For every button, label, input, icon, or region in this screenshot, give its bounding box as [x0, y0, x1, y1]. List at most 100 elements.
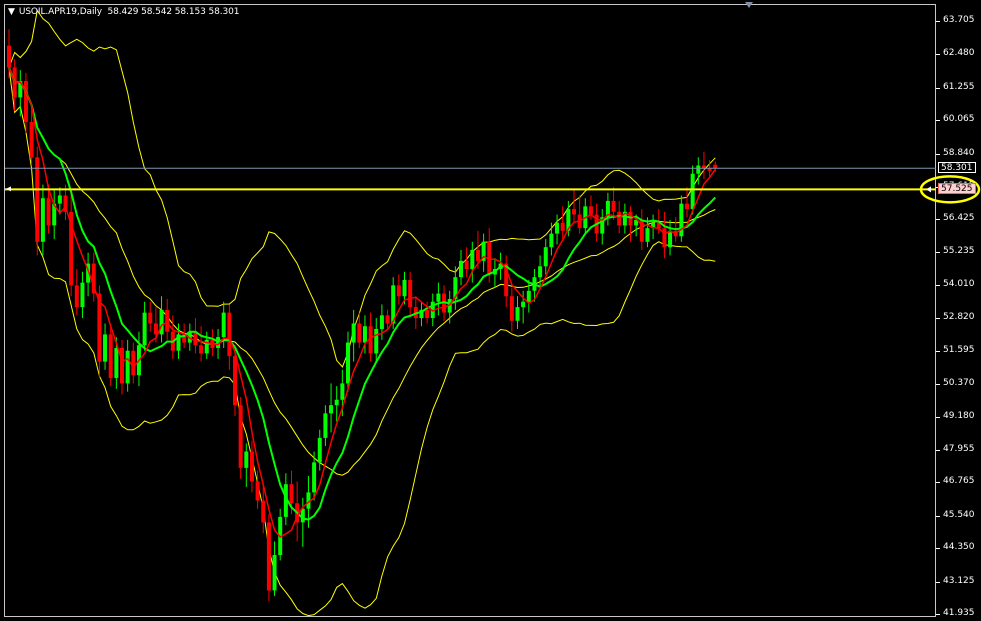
axis-label: 63.705 [943, 15, 975, 25]
candle-body [396, 285, 401, 297]
candle-body [244, 451, 249, 468]
axis-label: 58.840 [943, 148, 975, 158]
candle-body [261, 500, 266, 523]
candle-body [645, 228, 650, 242]
candle-body [402, 279, 407, 297]
candle-body [29, 121, 34, 158]
axis-tick [936, 285, 940, 286]
candle-body [74, 285, 79, 308]
moving-average-slow [8, 67, 717, 521]
axis-label: 54.010 [943, 279, 975, 289]
candle-body [713, 164, 718, 169]
axis-label: 55.235 [943, 246, 975, 256]
candle-body [80, 282, 85, 308]
candle-body [131, 350, 136, 376]
candle-body [572, 209, 576, 215]
candle-body [312, 462, 317, 493]
candle-body [679, 203, 684, 237]
axis-tick [936, 88, 940, 89]
candle-body [340, 383, 345, 400]
candle-body [509, 296, 514, 321]
candle-body [425, 309, 430, 319]
axis-tick [936, 219, 940, 220]
candle-body [515, 307, 520, 321]
axis-label: 43.125 [943, 576, 975, 586]
candle-body [538, 266, 543, 278]
candle-body [227, 312, 232, 357]
candle-body [165, 309, 170, 332]
candle-body [555, 222, 560, 234]
axis-tick [936, 614, 940, 615]
axis-tick [936, 252, 940, 253]
candle-body [323, 413, 328, 438]
candle-body [351, 323, 356, 343]
axis-label: 44.350 [943, 542, 975, 552]
chart-window[interactable]: ▼ USOIL.APR19,Daily 58.429 58.542 58.153 … [0, 0, 981, 621]
candle-body [662, 228, 667, 248]
axis-tick [936, 351, 940, 352]
candle-body [459, 260, 463, 278]
candle-body [114, 348, 119, 378]
candle-body [289, 484, 294, 504]
axis-tick [936, 21, 940, 22]
axis-label: 46.765 [943, 476, 975, 486]
candle-body [543, 247, 548, 267]
chart-header: ▼ USOIL.APR19,Daily 58.429 58.542 58.153 … [8, 7, 239, 17]
axis-tick [936, 120, 940, 121]
candle-body [57, 195, 62, 204]
candle-body [221, 312, 226, 338]
symbol-timeframe: USOIL.APR19,Daily [18, 7, 102, 17]
price-chart[interactable] [0, 0, 981, 621]
axis-tick [936, 548, 940, 549]
bollinger-lower-band [8, 67, 716, 617]
candle-body [549, 233, 554, 248]
candle-body [617, 211, 622, 226]
axis-label: 56.425 [943, 213, 975, 223]
candle-body [408, 279, 413, 308]
axis-tick [936, 516, 940, 517]
candle-body [436, 293, 441, 302]
axis-tick [936, 482, 940, 483]
candle-body [249, 451, 254, 482]
candle-body [357, 323, 362, 343]
candle-body [560, 222, 565, 231]
axis-label: 41.935 [943, 608, 975, 618]
candle-body [588, 206, 593, 215]
candle-body [628, 211, 633, 226]
ohlc-values: 58.429 58.542 58.153 58.301 [107, 7, 240, 17]
axis-label: 61.255 [943, 82, 975, 92]
axis-tick [936, 54, 940, 55]
price-pointer-icon [926, 186, 931, 193]
candle-body [379, 315, 384, 329]
candle-body [685, 203, 689, 210]
candle-body [153, 323, 158, 335]
candle-body [464, 260, 469, 270]
axis-label: 47.955 [943, 444, 975, 454]
axis-tick [936, 318, 940, 319]
candle-body [125, 350, 130, 384]
candle-body [521, 301, 526, 308]
candle-body [611, 200, 616, 212]
dropdown-triangle-icon[interactable]: ▼ [8, 7, 15, 17]
axis-tick [936, 450, 940, 451]
candle-body [35, 157, 40, 242]
axis-label: 50.370 [943, 378, 975, 388]
candle-body [329, 405, 334, 414]
horizontal-line-price-tag: 57.525 [938, 183, 976, 194]
axis-tick [936, 384, 940, 385]
candle-body [475, 249, 480, 261]
candle-body [238, 405, 243, 468]
candle-body [690, 173, 695, 210]
axis-label: 51.595 [943, 345, 975, 355]
candle-body [159, 309, 164, 335]
candle-body [317, 437, 322, 463]
axis-label: 52.820 [943, 312, 975, 322]
axis-label: 45.540 [943, 510, 975, 520]
bid-price-tag: 58.301 [938, 162, 976, 173]
candle-body [233, 356, 237, 406]
candle-body [40, 198, 45, 242]
candle-body [46, 198, 51, 226]
candle-body [272, 555, 277, 591]
chart-shift-triangle-icon[interactable] [745, 2, 753, 8]
candle-body [120, 348, 124, 384]
